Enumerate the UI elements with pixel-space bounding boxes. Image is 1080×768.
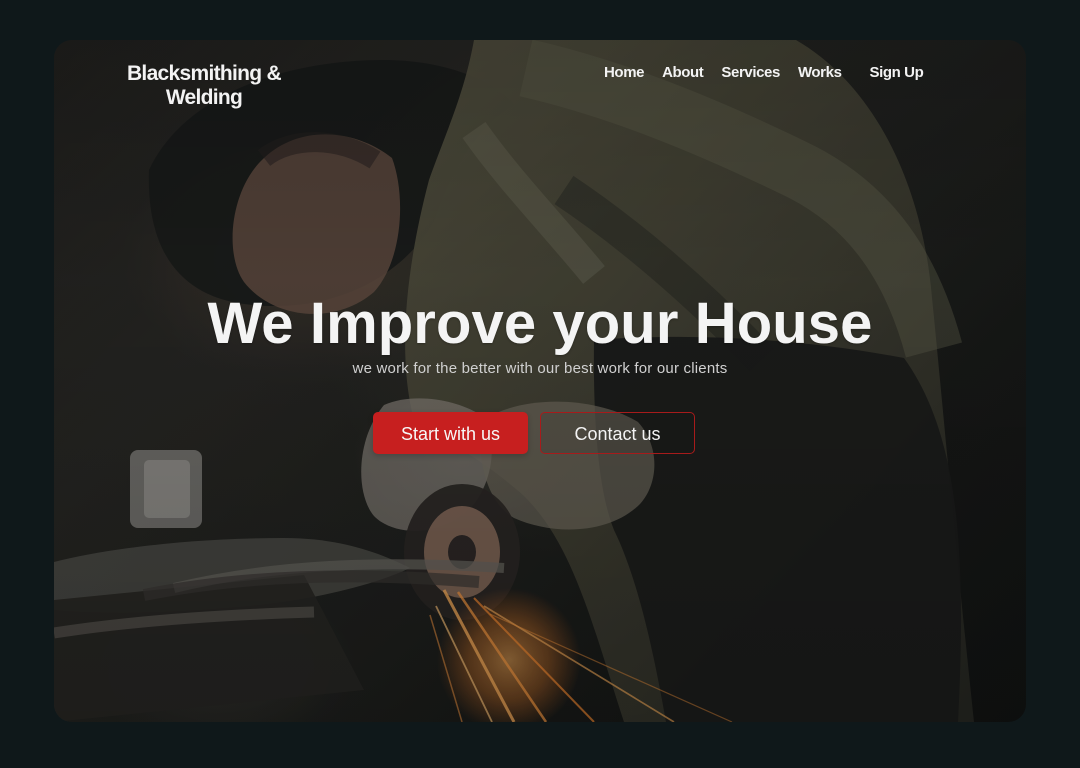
brand-line-2: Welding (165, 86, 243, 109)
sign-up-link[interactable]: Sign Up (870, 63, 924, 83)
brand-line-1: Blacksmithing & (126, 62, 282, 85)
nav-item-home[interactable]: Home (604, 63, 644, 83)
start-with-us-button[interactable]: Start with us (373, 412, 528, 454)
nav-item-works[interactable]: Works (798, 63, 842, 83)
nav-item-services[interactable]: Services (721, 63, 780, 83)
hero-title: We Improve your House (207, 291, 873, 356)
main-navigation: Home About Services Works Sign Up (604, 63, 924, 83)
contact-us-label: Contact us (574, 424, 661, 444)
brand-logo[interactable]: Blacksmithing & Welding (119, 62, 289, 110)
nav-item-about[interactable]: About (662, 63, 704, 83)
hero-background-image (54, 40, 1026, 722)
hero-card: Blacksmithing & Welding Home About Servi… (54, 40, 1026, 722)
start-with-us-label: Start with us (400, 424, 501, 444)
contact-us-button[interactable]: Contact us (540, 412, 695, 454)
hero-subtitle: we work for the better with our best wor… (352, 360, 728, 377)
hero-cta-group: Start with us Contact us (373, 412, 695, 454)
